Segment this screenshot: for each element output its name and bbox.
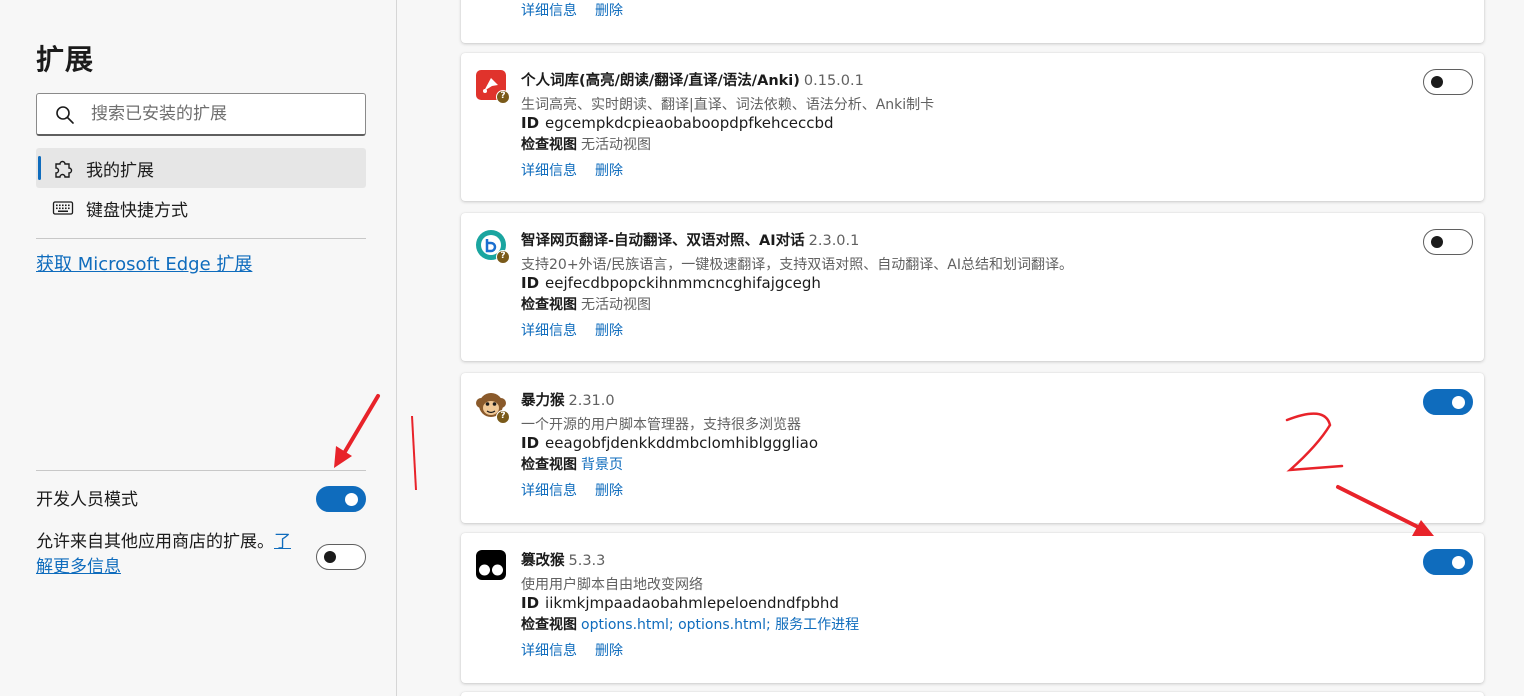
extension-description: 一个开源的用户脚本管理器，支持很多浏览器 bbox=[521, 417, 801, 433]
active-indicator bbox=[38, 156, 41, 180]
extension-id: ID eeagobfjdenkkddmbclomhiblgggliao bbox=[521, 434, 819, 452]
extension-name: 暴力猴 2.31.0 bbox=[521, 393, 615, 409]
search-icon bbox=[56, 106, 74, 124]
card-actions: 详细信息 删除 bbox=[521, 640, 641, 660]
inspect-views: 检查视图 无活动视图 bbox=[521, 137, 651, 153]
get-edge-extensions-link[interactable]: 获取 Microsoft Edge 扩展 bbox=[36, 250, 252, 276]
page-title: 扩展 bbox=[36, 43, 95, 76]
keyboard-icon bbox=[52, 201, 74, 215]
developer-mode-label: 开发人员模式 bbox=[36, 490, 138, 510]
extension-version: 2.31.0 bbox=[568, 393, 615, 409]
extension-toggle[interactable] bbox=[1423, 389, 1473, 415]
extension-description: 使用用户脚本自由地改变网络 bbox=[521, 577, 703, 593]
extension-version: 0.15.0.1 bbox=[803, 73, 864, 89]
allow-other-stores-label: 允许来自其他应用商店的扩展。了解更多信息 bbox=[36, 532, 291, 577]
sidebar-item-keyboard-shortcuts[interactable]: 键盘快捷方式 bbox=[36, 188, 366, 228]
tampermonkey-icon bbox=[476, 550, 506, 580]
extension-name: 篡改猴 5.3.3 bbox=[521, 553, 606, 569]
toggle-knob bbox=[1452, 395, 1465, 409]
card-actions: 详细信息 删除 bbox=[521, 480, 641, 500]
extension-toggle[interactable] bbox=[1423, 549, 1473, 575]
remove-link[interactable]: 删除 bbox=[595, 323, 623, 339]
search-box[interactable] bbox=[36, 93, 366, 136]
details-link[interactable]: 详细信息 bbox=[521, 3, 577, 19]
unknown-source-badge-icon: ? bbox=[496, 90, 510, 104]
extension-icon-translate: ? bbox=[475, 229, 510, 264]
background-page-link[interactable]: 背景页 bbox=[581, 457, 623, 473]
extension-icon-violentmonkey: ? bbox=[475, 389, 510, 424]
extension-card: ? 暴力猴 2.31.0 一个开源的用户脚本管理器，支持很多浏览器 ID eeago… bbox=[461, 373, 1484, 523]
divider bbox=[36, 238, 366, 239]
details-link[interactable]: 详细信息 bbox=[521, 643, 577, 659]
sidebar-item-my-extensions[interactable]: 我的扩展 bbox=[36, 148, 366, 188]
details-link[interactable]: 详细信息 bbox=[521, 163, 577, 179]
extension-version: 2.3.0.1 bbox=[808, 233, 860, 249]
toggle-knob bbox=[324, 551, 336, 563]
extension-id: ID eejfecdbpopckihnmmcncghifajgcegh bbox=[521, 274, 821, 292]
extensions-list: 详细信息 删除 ? 个人词库(高亮/朗读/翻译/直译/语法/Anki) 0.15.0… bbox=[398, 0, 1524, 696]
inspect-views: 检查视图 背景页 bbox=[521, 457, 623, 473]
extension-card: ? 个人词库(高亮/朗读/翻译/直译/语法/Anki) 0.15.0.1 生词高亮… bbox=[461, 53, 1484, 201]
developer-mode-toggle[interactable] bbox=[316, 486, 366, 512]
extension-id: ID iikmkjmpaadaobahmlepeloendndfpbhd bbox=[521, 594, 839, 612]
toggle-knob bbox=[1431, 236, 1443, 248]
unknown-source-badge-icon: ? bbox=[496, 250, 510, 264]
sidebar-item-label: 我的扩展 bbox=[86, 160, 154, 181]
toggle-knob bbox=[1452, 555, 1465, 569]
inspect-views: 检查视图 options.html; options.html; 服务工作进程 bbox=[521, 617, 860, 633]
allow-other-stores-toggle[interactable] bbox=[316, 544, 366, 570]
extension-version: 5.3.3 bbox=[568, 553, 606, 569]
extension-description: 生词高亮、实时朗读、翻译|直译、词法依赖、语法分析、Anki制卡 bbox=[521, 97, 935, 113]
remove-link[interactable]: 删除 bbox=[595, 483, 623, 499]
inspect-views: 检查视图 无活动视图 bbox=[521, 297, 651, 313]
puzzle-icon bbox=[55, 160, 73, 178]
sidebar-item-label: 键盘快捷方式 bbox=[86, 200, 188, 221]
details-link[interactable]: 详细信息 bbox=[521, 323, 577, 339]
unknown-source-badge-icon: ? bbox=[496, 410, 510, 424]
card-actions: 详细信息 删除 bbox=[521, 160, 641, 180]
extension-card: ? 智译网页翻译-自动翻译、双语对照、AI对话 2.3.0.1 支持20+外语/民… bbox=[461, 213, 1484, 361]
extension-card bbox=[461, 692, 1484, 696]
toggle-knob bbox=[1431, 76, 1443, 88]
sidebar: 扩展 我的扩展 键盘快捷方式 获取 Mi bbox=[0, 0, 397, 696]
remove-link[interactable]: 删除 bbox=[595, 643, 623, 659]
divider bbox=[36, 470, 366, 471]
toggle-knob bbox=[345, 492, 358, 506]
extension-card: 篡改猴 5.3.3 使用用户脚本自由地改变网络 ID iikmkjmpaadaoba… bbox=[461, 533, 1484, 683]
extension-card: 详细信息 删除 bbox=[461, 0, 1484, 43]
extension-toggle[interactable] bbox=[1423, 229, 1473, 255]
remove-link[interactable]: 删除 bbox=[595, 163, 623, 179]
extension-id: ID egcempkdcpieaobaboopdpfkehceccbd bbox=[521, 114, 834, 132]
card-actions: 详细信息 删除 bbox=[521, 320, 641, 340]
remove-link[interactable]: 删除 bbox=[595, 3, 623, 19]
extension-icon-dictionary: ? bbox=[475, 69, 510, 104]
extension-name: 个人词库(高亮/朗读/翻译/直译/语法/Anki) 0.15.0.1 bbox=[521, 73, 864, 89]
details-link[interactable]: 详细信息 bbox=[521, 483, 577, 499]
search-input[interactable] bbox=[91, 100, 351, 128]
card-actions: 详细信息 删除 bbox=[521, 0, 641, 20]
inspect-views-links[interactable]: options.html; options.html; 服务工作进程 bbox=[581, 617, 859, 633]
extension-description: 支持20+外语/民族语言，一键极速翻译，支持双语对照、自动翻译、AI总结和划词翻… bbox=[521, 257, 1073, 273]
extension-icon-tampermonkey bbox=[475, 549, 507, 581]
extension-name: 智译网页翻译-自动翻译、双语对照、AI对话 2.3.0.1 bbox=[521, 233, 860, 249]
extension-toggle[interactable] bbox=[1423, 69, 1473, 95]
